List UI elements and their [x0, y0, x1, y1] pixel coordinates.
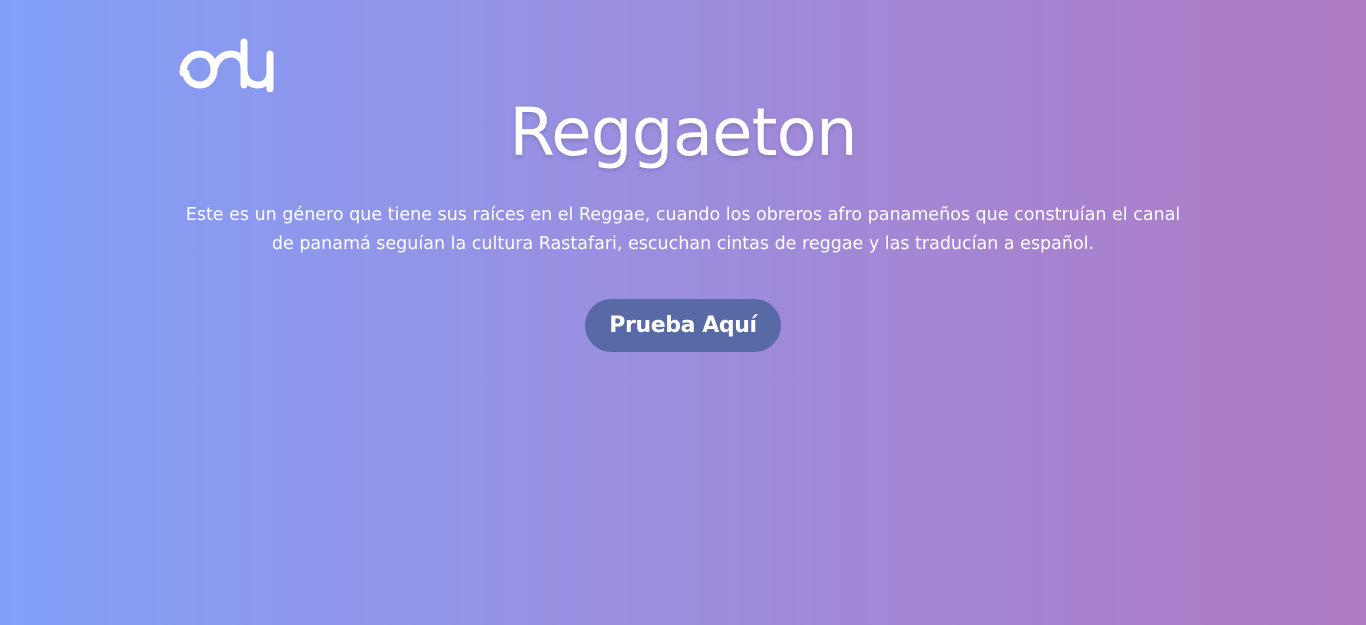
hero-description: Este es un género que tiene sus raíces e… [185, 205, 1181, 254]
page-title: Reggaeton [509, 94, 857, 171]
brand-logo-icon[interactable] [178, 36, 274, 93]
hero-section: Reggaeton Este es un género que tiene su… [0, 95, 1366, 352]
try-here-button[interactable]: Prueba Aquí [585, 299, 781, 352]
